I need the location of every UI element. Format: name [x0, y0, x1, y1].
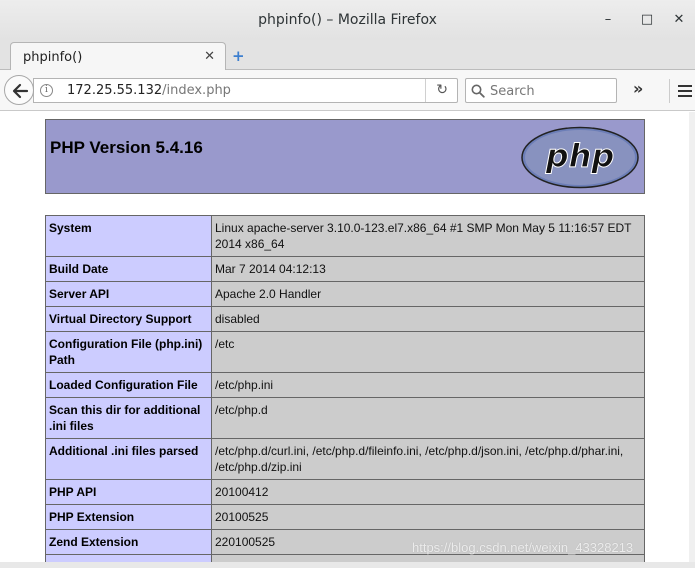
- row-key: Zend Extension: [45, 529, 212, 555]
- row-key: Zend Extension Build: [45, 554, 212, 562]
- table-row: Scan this dir for additional .ini files /…: [45, 397, 645, 439]
- table-row: System Linux apache-server 3.10.0-123.el7…: [45, 215, 645, 257]
- navigation-toolbar: i 172.25.55.132/index.php ↻ Search »: [0, 70, 695, 111]
- search-placeholder: Search: [490, 84, 535, 99]
- row-key: Loaded Configuration File: [45, 372, 212, 398]
- url-text[interactable]: 172.25.55.132/index.php: [67, 83, 231, 98]
- table-row: Configuration File (php.ini) Path/etc: [45, 331, 645, 373]
- tab-label: phpinfo(): [23, 50, 83, 65]
- php-version-heading: PHP Version 5.4.16: [50, 138, 203, 157]
- row-key: PHP API: [45, 479, 212, 505]
- row-value: disabled: [211, 306, 645, 332]
- row-key: PHP Extension: [45, 504, 212, 530]
- table-row: PHP API 20100412: [45, 479, 645, 505]
- vertical-scrollbar[interactable]: [689, 112, 695, 562]
- php-logo-text: php: [545, 137, 615, 175]
- row-value: API220100525,NTS: [211, 554, 645, 562]
- tab-phpinfo[interactable]: phpinfo() ✕: [10, 42, 226, 71]
- row-key: Virtual Directory Support: [45, 306, 212, 332]
- row-value: /etc: [211, 331, 645, 373]
- row-key: Scan this dir for additional .ini files: [45, 397, 212, 439]
- back-button[interactable]: [4, 75, 34, 105]
- maximize-button[interactable]: □: [637, 10, 657, 30]
- row-key: Configuration File (php.ini) Path: [45, 331, 212, 373]
- table-row: PHP Extension 20100525: [45, 504, 645, 530]
- row-value: 20100525: [211, 504, 645, 530]
- table-row: Server API Apache 2.0 Handler: [45, 281, 645, 307]
- search-input[interactable]: Search: [465, 78, 617, 103]
- row-value: Mar 7 2014 04:12:13: [211, 256, 645, 282]
- reload-icon[interactable]: ↻: [436, 82, 448, 98]
- tab-strip: phpinfo() ✕ +: [0, 40, 695, 71]
- php-logo-icon: php: [521, 126, 639, 189]
- toolbar-overflow-button[interactable]: »: [633, 79, 643, 98]
- url-path: /index.php: [162, 83, 231, 98]
- row-value: /etc/php.d: [211, 397, 645, 439]
- hamburger-menu-icon[interactable]: [669, 79, 695, 103]
- url-host: 172.25.55.132: [67, 83, 163, 98]
- row-value: /etc/php.ini: [211, 372, 645, 398]
- table-row: Additional .ini files parsed/etc/php.d/c…: [45, 438, 645, 480]
- table-row: Zend Extension BuildAPI220100525,NTS: [45, 554, 645, 562]
- row-key: Additional .ini files parsed: [45, 438, 212, 480]
- page-content: PHP Version 5.4.16 php System Linux apach…: [0, 112, 689, 562]
- table-row: Loaded Configuration File/etc/php.ini: [45, 372, 645, 398]
- new-tab-button[interactable]: +: [232, 47, 245, 65]
- php-version-header: PHP Version 5.4.16 php: [45, 119, 645, 194]
- table-row: Build Date Mar 7 2014 04:12:13: [45, 256, 645, 282]
- row-value: Apache 2.0 Handler: [211, 281, 645, 307]
- row-key: Server API: [45, 281, 212, 307]
- window-bottom-edge: [0, 562, 695, 568]
- row-value: /etc/php.d/curl.ini, /etc/php.d/fileinfo…: [211, 438, 645, 480]
- row-key: System: [45, 215, 212, 257]
- back-arrow-icon: [12, 83, 29, 99]
- row-value: 20100412: [211, 479, 645, 505]
- site-info-icon[interactable]: i: [40, 84, 53, 97]
- window-titlebar: phpinfo() – Mozilla Firefox – □ ✕: [0, 0, 695, 40]
- tab-close-icon[interactable]: ✕: [204, 49, 215, 64]
- table-row: Virtual Directory Support disabled: [45, 306, 645, 332]
- search-icon: [471, 84, 485, 98]
- close-window-button[interactable]: ✕: [669, 10, 689, 30]
- minimize-button[interactable]: –: [598, 10, 618, 30]
- row-value: Linux apache-server 3.10.0-123.el7.x86_6…: [211, 215, 645, 257]
- row-key: Build Date: [45, 256, 212, 282]
- window-title: phpinfo() – Mozilla Firefox: [258, 12, 437, 28]
- url-bar[interactable]: i 172.25.55.132/index.php ↻: [33, 78, 458, 103]
- url-divider: [425, 79, 426, 102]
- watermark-text: https://blog.csdn.net/weixin_43328213: [412, 540, 634, 555]
- phpinfo-table: System Linux apache-server 3.10.0-123.el7…: [45, 215, 645, 562]
